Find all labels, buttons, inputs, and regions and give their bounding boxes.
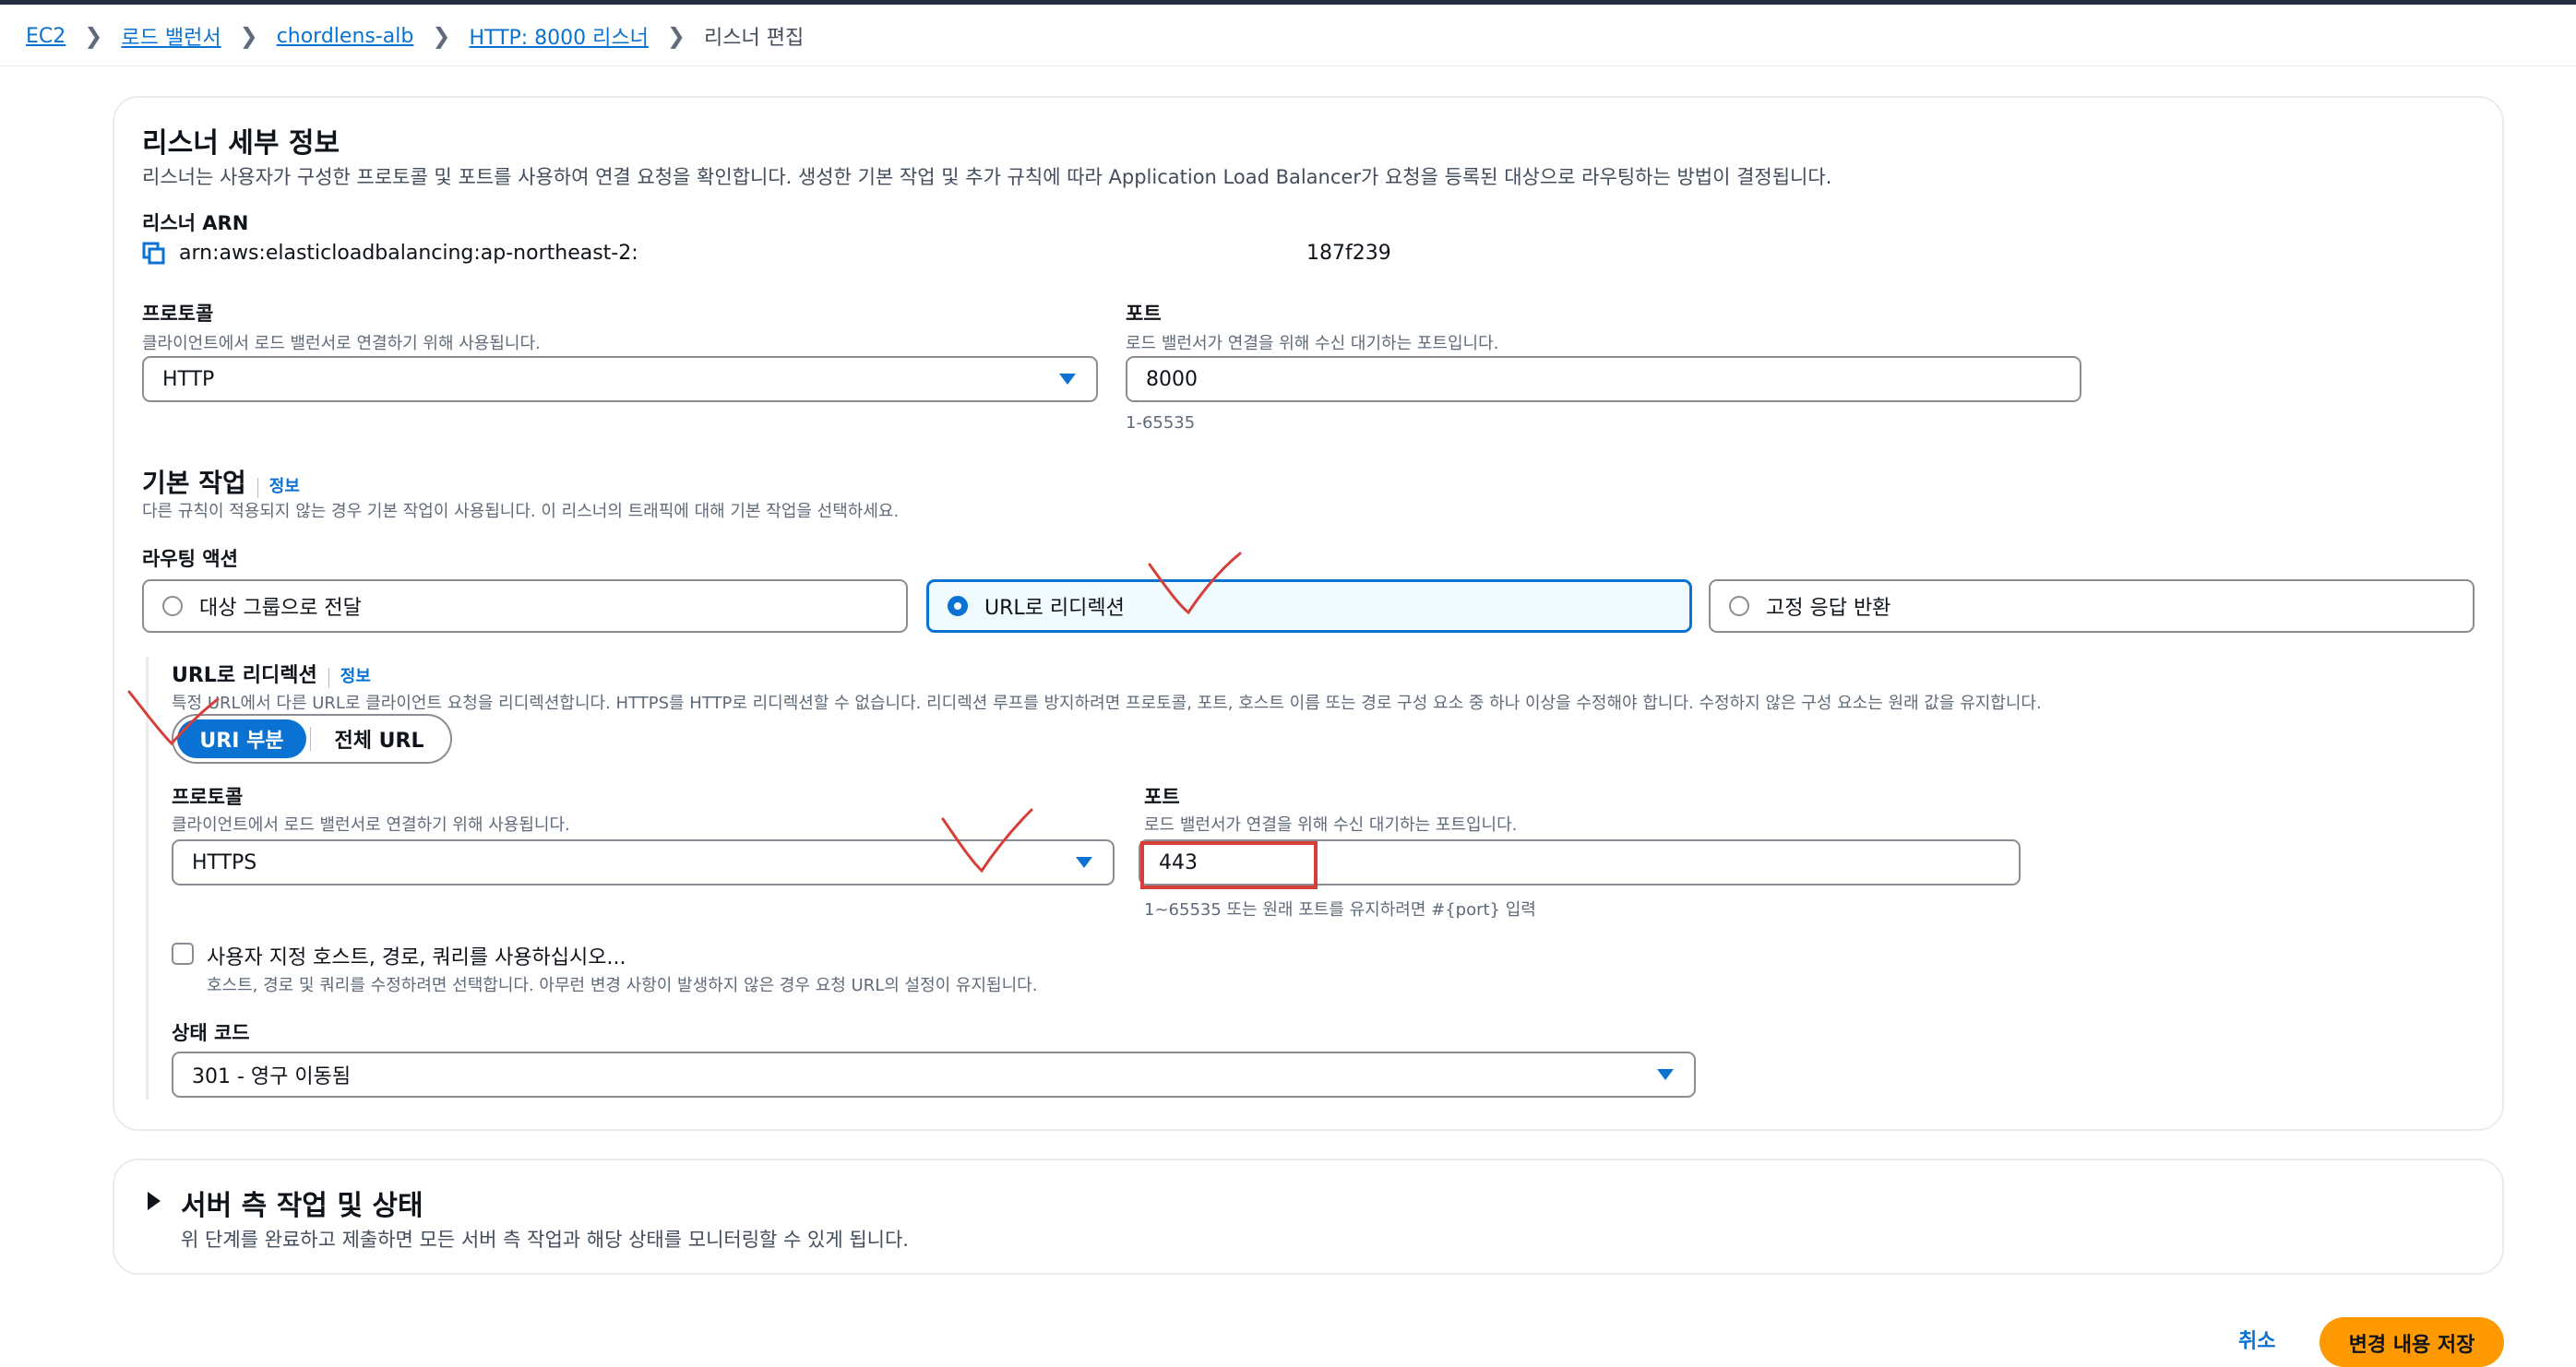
annotation-checkmark-segment	[127, 690, 220, 746]
annotation-checkmark-protocol	[941, 808, 1033, 874]
annotation-checkmark-redirect	[1148, 552, 1242, 615]
annotation-checkmarks	[127, 552, 1242, 874]
